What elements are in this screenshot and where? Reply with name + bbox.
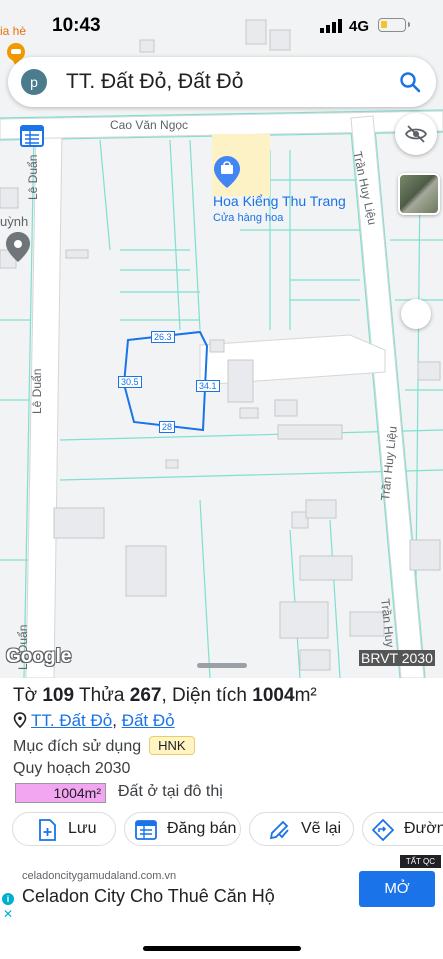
street-label-le-duan-mid: Lê Duẩn: [30, 368, 44, 414]
area-unit: m²: [294, 685, 317, 706]
planning-purpose: Đất ở tại đô thị: [118, 783, 223, 800]
battery-icon: [378, 18, 410, 32]
directions-button[interactable]: Đường: [362, 812, 443, 846]
battery-cap: [408, 22, 410, 27]
hide-layer-button[interactable]: [395, 113, 437, 155]
parcel-edge-left: 30.5: [118, 376, 142, 388]
search-bar[interactable]: p TT. Đất Đỏ, Đất Đỏ: [8, 57, 436, 107]
redraw-label: Vẽ lại: [301, 820, 342, 837]
sheet-drag-handle[interactable]: [197, 663, 247, 668]
ad-close-icon[interactable]: ✕: [3, 907, 13, 921]
satellite-layer-button[interactable]: [398, 173, 440, 215]
ad-open-button[interactable]: MỞ: [359, 871, 435, 907]
area-value: 1004: [252, 685, 295, 706]
place-pin-icon[interactable]: [6, 232, 30, 262]
search-icon[interactable]: [398, 70, 422, 94]
network-type: 4G: [349, 18, 370, 35]
pencil-check-icon: [269, 820, 289, 840]
clock: 10:43: [52, 15, 101, 36]
battery-level: [381, 21, 387, 28]
location-separator: ,: [112, 711, 122, 730]
usage-row: Mục đích sử dụng HNK: [13, 736, 195, 756]
post-sale-label: Đăng bán: [167, 820, 237, 837]
save-button[interactable]: Lưu: [12, 812, 116, 846]
save-label: Lưu: [68, 820, 97, 837]
parcel-edge-top: 26.3: [151, 331, 175, 343]
area-prefix: , Diện tích: [161, 685, 253, 706]
poi-category: Cửa hàng hoa: [213, 212, 284, 224]
home-indicator[interactable]: [143, 946, 301, 951]
parcel-edge-right: 34.1: [196, 380, 220, 392]
usage-code-badge: HNK: [149, 736, 195, 755]
ad-banner[interactable]: celadoncitygamudaland.com.vn Celadon Cit…: [0, 855, 443, 959]
ad-headline[interactable]: Celadon City Cho Thuê Căn Hộ: [22, 886, 275, 907]
parcel-edge-bottom: 28: [159, 421, 176, 433]
ad-url[interactable]: celadoncitygamudaland.com.vn: [22, 870, 176, 882]
post-sale-button[interactable]: Đăng bán: [124, 812, 241, 846]
parcel-number: 267: [129, 685, 162, 706]
poi-name[interactable]: Hoa Kiểng Thu Trang: [213, 193, 346, 209]
shop-pin-icon[interactable]: [214, 156, 240, 188]
signal-icon: [320, 19, 342, 33]
parcel-title: Tờ 109 Thửa 267, Diện tích 1004m²: [13, 685, 317, 707]
planning-label: Quy hoạch 2030: [13, 760, 131, 777]
directions-icon: [372, 819, 394, 841]
street-label-cao-van-ngoc: Cao Văn Ngọc: [110, 118, 189, 132]
eye-off-icon: [404, 125, 428, 143]
opacity-slider-knob[interactable]: [401, 299, 431, 329]
listing-board-icon: [135, 820, 157, 840]
ad-info-icon[interactable]: i: [2, 893, 14, 905]
directions-label: Đường: [404, 820, 443, 837]
location-pin-icon: [13, 712, 27, 729]
google-logo: Google: [6, 646, 72, 667]
redraw-button[interactable]: Vẽ lại: [249, 812, 354, 846]
street-label-le-duan-top: Lê Duẩn: [26, 154, 40, 200]
calendar-board-icon[interactable]: [19, 122, 45, 148]
sheet-prefix: Tờ: [13, 685, 43, 706]
sheet-number: 109: [42, 685, 75, 706]
planning-area-bar: 1004m²: [15, 783, 106, 803]
status-bar: 10:43 4G: [0, 0, 443, 52]
location-line: TT. Đất Đỏ, Đất Đỏ: [13, 711, 175, 731]
location-town-link[interactable]: TT. Đất Đỏ: [31, 711, 112, 730]
ad-choices-badge[interactable]: TẤT QC: [399, 855, 441, 868]
parcel-prefix: Thửa: [74, 685, 130, 706]
partial-label-left: uỳnh: [0, 214, 29, 229]
region-code: BRVT 2030: [359, 650, 435, 666]
add-file-icon: [39, 819, 56, 841]
search-query[interactable]: TT. Đất Đỏ, Đất Đỏ: [66, 70, 243, 94]
usage-label: Mục đích sử dụng: [13, 738, 142, 755]
location-district-link[interactable]: Đất Đỏ: [122, 711, 175, 730]
avatar[interactable]: p: [21, 69, 47, 95]
